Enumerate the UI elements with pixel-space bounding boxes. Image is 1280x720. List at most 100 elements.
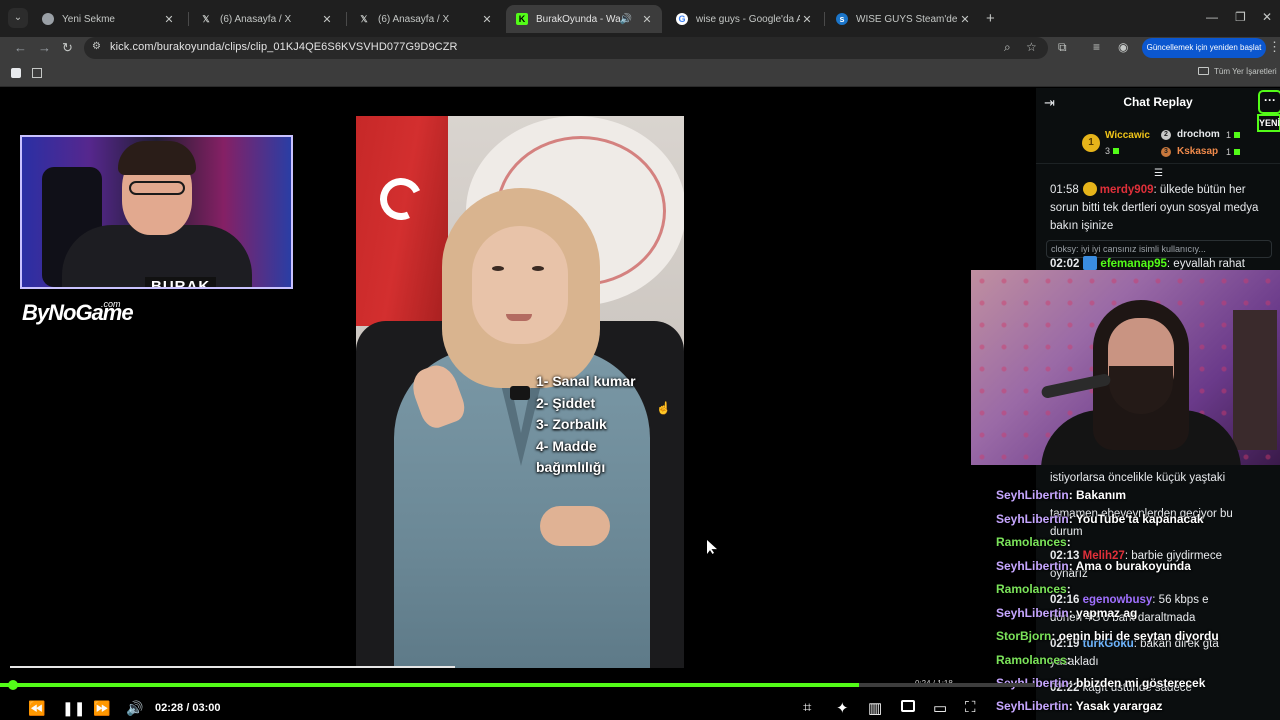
gift-icon xyxy=(1234,149,1241,155)
filter-icon[interactable]: ☰ xyxy=(1154,168,1163,179)
speaker-face xyxy=(472,226,568,344)
tab-search-button[interactable]: ⌄ xyxy=(8,8,28,28)
overlay-text: : bbizden mi gösterecek xyxy=(1068,676,1206,690)
kick-icon: K xyxy=(516,13,528,25)
collectibles-shelf xyxy=(1233,310,1277,450)
tab-kick-clip[interactable]: K BurakOyunda - Watch clips 🔊 ✕ xyxy=(506,5,662,33)
caption-line: 2- Şiddet xyxy=(536,394,596,411)
close-icon[interactable]: ✕ xyxy=(480,13,494,26)
overlay-chat-message: Ramolances: xyxy=(996,535,1071,549)
browser-menu-icon[interactable]: ⋮ xyxy=(1268,39,1280,55)
reload-icon[interactable]: ↻ xyxy=(62,40,73,56)
video-player[interactable]: BURAK .com ByNoGame 1- Sanal kumar 2- Şi… xyxy=(0,88,1035,720)
close-icon[interactable]: ✕ xyxy=(800,13,814,26)
close-icon[interactable]: ✕ xyxy=(958,13,972,26)
turkish-flag xyxy=(356,116,448,326)
stats-icon[interactable]: ▥ xyxy=(868,699,882,717)
overlay-text: : xyxy=(1066,535,1071,549)
apps-grid-icon[interactable] xyxy=(32,68,42,78)
forward-icon[interactable]: → xyxy=(38,40,51,55)
folder-icon xyxy=(1198,67,1209,75)
gifter-name[interactable]: Kskasap xyxy=(1177,146,1218,157)
rewind-icon[interactable]: ⏪ xyxy=(28,700,45,717)
seek-bar-handle[interactable] xyxy=(8,680,18,690)
bookmarks-bar: Tüm Yer İşaretleri xyxy=(0,59,1280,87)
message-time: 01:58 xyxy=(1050,184,1079,196)
screen: ⌄ Yeni Sekme ✕ 𝕏 (6) Anasayfa / X ✕ 𝕏 (6… xyxy=(0,0,1280,720)
gifter-count: 1 xyxy=(1226,147,1241,157)
toolbar: ← → ↻ ⚙ kick.com/burakoyunda/clips/clip_… xyxy=(0,37,1280,59)
lapel-mic xyxy=(510,386,530,400)
volume-icon[interactable]: 🔊 xyxy=(126,700,143,717)
all-bookmarks-label: Tüm Yer İşaretleri xyxy=(1214,67,1277,76)
tab-new-tab[interactable]: Yeni Sekme ✕ xyxy=(32,5,184,33)
gifter-name[interactable]: Wiccawic xyxy=(1105,130,1150,141)
tab-steam[interactable]: s WISE GUYS Steam'de ✕ xyxy=(826,5,980,33)
overlay-text: : yapmaz ag xyxy=(1068,606,1138,620)
user-badge-icon xyxy=(1083,256,1098,270)
glasses xyxy=(129,181,185,195)
fullscreen-icon[interactable]: ⛶ xyxy=(965,699,976,716)
close-icon[interactable]: ✕ xyxy=(640,13,654,26)
pip-icon[interactable] xyxy=(901,699,915,716)
site-info-icon[interactable]: ⚙ xyxy=(92,41,101,52)
caption-line: 3- Zorbalık xyxy=(536,416,607,432)
overlay-chat-message: SeyhLibertin: YouTube'ta kapanacak xyxy=(996,512,1204,526)
bookmark-app-icon[interactable] xyxy=(11,68,21,78)
pause-icon[interactable]: ❚❚ xyxy=(62,700,85,717)
speaker-hands-lap xyxy=(540,506,610,546)
theater-mode-icon[interactable]: ▭ xyxy=(933,699,947,717)
sponsor-logo: ByNoGame xyxy=(22,300,134,325)
media-control-icon[interactable]: ≡ xyxy=(1093,40,1100,54)
overlay-user: SeyhLibertin xyxy=(996,559,1069,573)
gifter-name[interactable]: drochom xyxy=(1177,129,1220,140)
gifter-rank-badge: 3 xyxy=(1161,147,1171,157)
overlay-user: SeyhLibertin xyxy=(996,488,1069,502)
caption-line: 4- Madde xyxy=(536,437,597,454)
tab-google-search[interactable]: G wise guys - Google'da Ara ✕ xyxy=(666,5,822,33)
zoom-icon[interactable]: ⌕ xyxy=(1004,40,1011,55)
message-user[interactable]: efemanap95 xyxy=(1100,258,1166,270)
overlay-text: : Yasak yarargaz xyxy=(1068,699,1163,713)
close-window-icon[interactable]: ✕ xyxy=(1262,10,1272,24)
overlay-user: Ramolances xyxy=(996,535,1067,549)
message-text: : ülkede bütün her sorun bitti tek dertl… xyxy=(1050,184,1259,232)
speaker-icon[interactable]: 🔊 xyxy=(620,14,632,25)
streamer-name-tag: BURAK xyxy=(145,277,217,287)
gifter-count-value: 3 xyxy=(1105,146,1111,156)
tag-wing-right xyxy=(222,287,268,289)
update-button[interactable]: Güncellemek için yeniden başlat xyxy=(1142,38,1266,58)
overlay-chat-message: SeyhLibertin: Ama o burakoyunda xyxy=(996,559,1191,573)
new-tab-button[interactable]: + xyxy=(986,10,995,27)
back-icon[interactable]: ← xyxy=(14,40,27,55)
tag-wing-left xyxy=(94,287,140,289)
overlay-text: : Bakanım xyxy=(1068,488,1127,502)
close-icon[interactable]: ✕ xyxy=(162,13,176,26)
forward-icon[interactable]: ⏩ xyxy=(93,700,110,717)
address-bar[interactable]: ⚙ kick.com/burakoyunda/clips/clip_01KJ4Q… xyxy=(84,37,1048,59)
overlay-chat-message: Ramolances: xyxy=(996,582,1071,596)
tab-x-home-2[interactable]: 𝕏 (6) Anasayfa / X ✕ xyxy=(348,5,502,33)
maximize-icon[interactable]: ❐ xyxy=(1235,10,1246,24)
message-user[interactable]: merdy909 xyxy=(1100,184,1154,196)
chat-line: istiyorlarsa öncelikle küçük yaştaki xyxy=(1050,472,1226,484)
tab-x-home[interactable]: 𝕏 (6) Anasayfa / X ✕ xyxy=(190,5,342,33)
tab-title: WISE GUYS Steam'de xyxy=(856,13,958,25)
sparkle-icon[interactable]: ✦ xyxy=(836,699,849,717)
overlay-user: SeyhLibertin xyxy=(996,606,1069,620)
message-user[interactable]: egenowbusy xyxy=(1083,594,1153,606)
minimize-icon[interactable]: — xyxy=(1206,10,1218,24)
extensions-icon[interactable]: ⧉ xyxy=(1058,40,1067,55)
profile-icon[interactable]: ◉ xyxy=(1118,40,1128,54)
speaker-eye xyxy=(532,266,544,271)
overlay-text: : oenin biri de seytan diyordu xyxy=(1051,629,1219,643)
chat-more-button[interactable]: ··· xyxy=(1258,90,1280,114)
crop-icon[interactable]: ⌗ xyxy=(803,699,811,716)
current-time: 02:28 xyxy=(155,702,184,714)
tab-title: Yeni Sekme xyxy=(62,13,115,25)
steam-icon: s xyxy=(836,13,848,25)
seek-bar[interactable] xyxy=(0,680,1035,690)
close-icon[interactable]: ✕ xyxy=(320,13,334,26)
all-bookmarks-button[interactable]: Tüm Yer İşaretleri xyxy=(1198,67,1277,76)
bookmark-star-icon[interactable]: ☆ xyxy=(1026,40,1037,54)
